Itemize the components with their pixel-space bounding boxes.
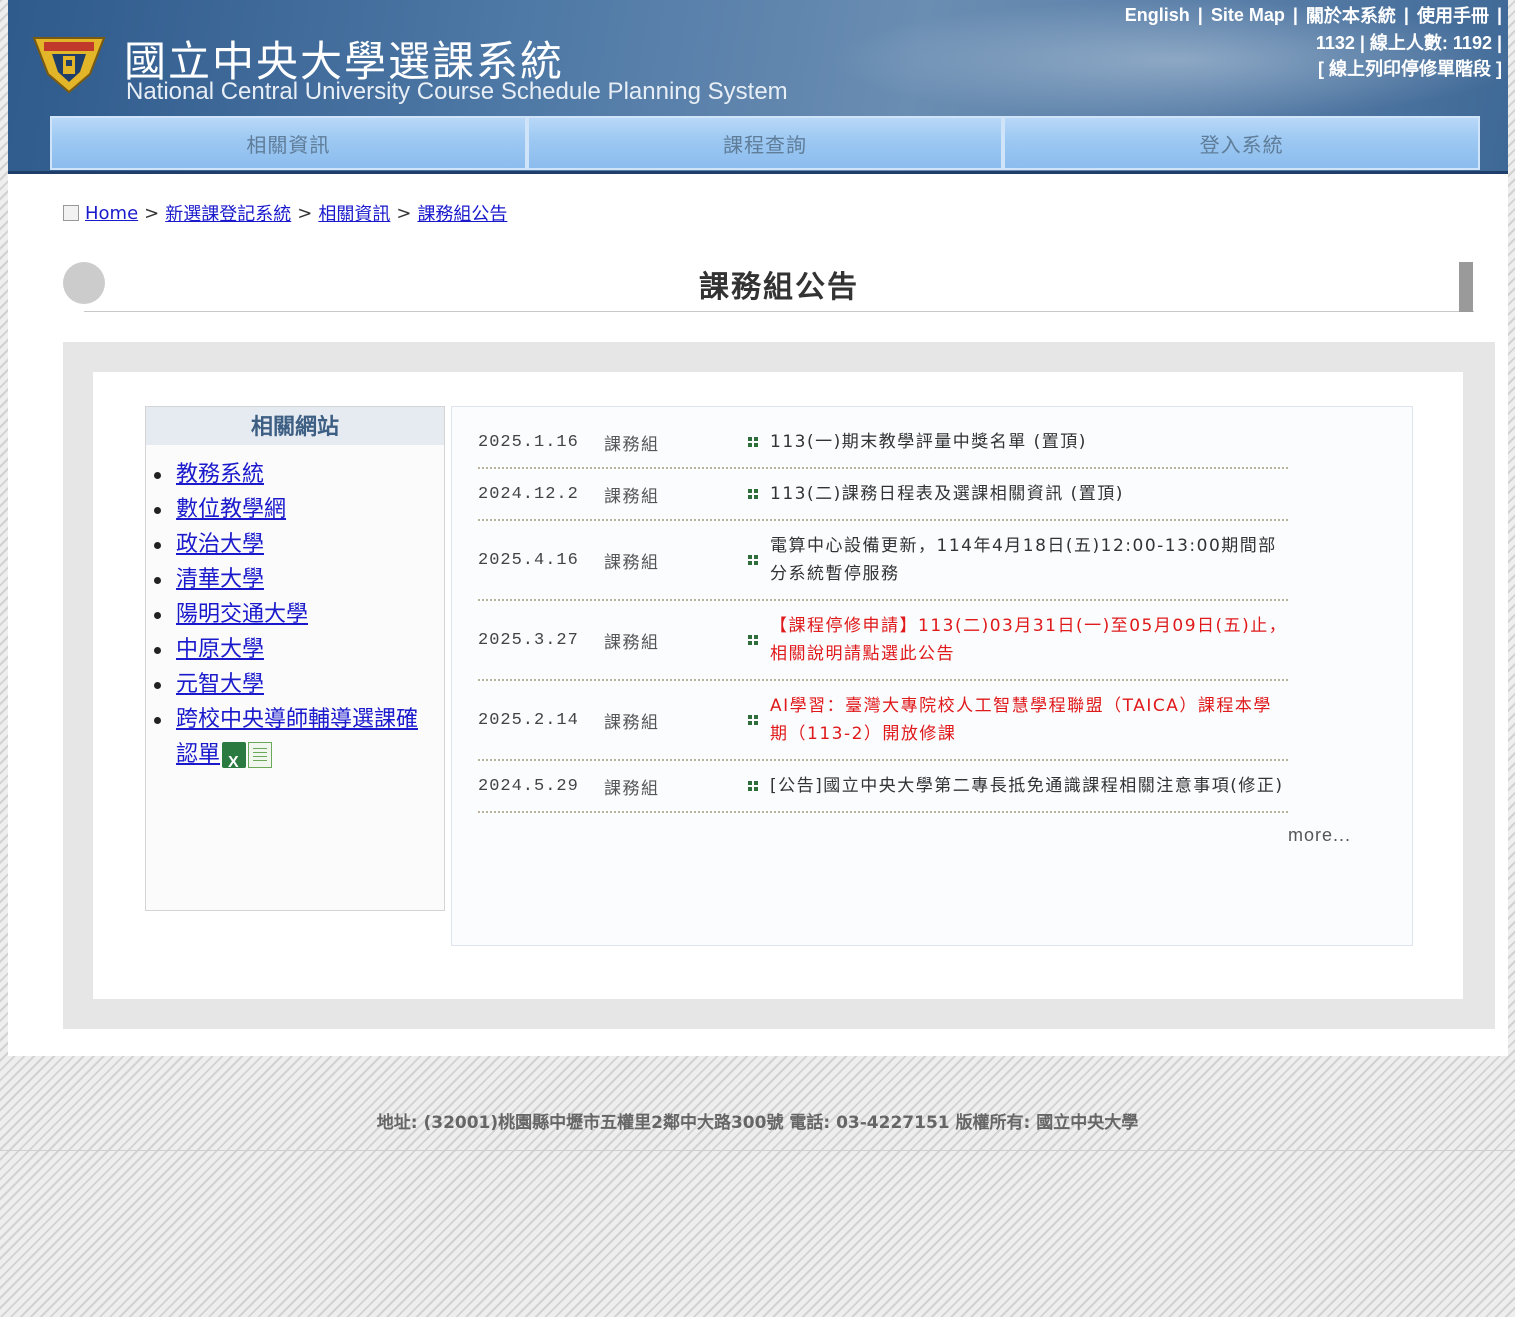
list-item: 陽明交通大學 [154, 597, 421, 632]
about-system-link[interactable]: 關於本系統 [1304, 2, 1398, 28]
table-row: 2024.12.2 課務組 113(二)課務日程表及選課相關資訊 (置頂) [478, 469, 1288, 521]
breadcrumb-related-info-link[interactable]: 相關資訊 [318, 200, 390, 226]
site-title-english: National Central University Course Sched… [126, 78, 788, 105]
related-sites-list: 教務系統 數位教學網 政治大學 清華大學 陽明交通大學 中原大學 元智大學 跨校… [146, 457, 444, 772]
system-phase: [ 線上列印停修單階段 ] [1318, 59, 1502, 79]
bullet-grid-icon [748, 635, 758, 645]
announcement-date: 2025.1.16 [478, 432, 579, 452]
list-item: 跨校中央導師輔導選課確認單 X [154, 702, 421, 772]
link-cycu[interactable]: 中原大學 [176, 637, 264, 662]
link-nthu[interactable]: 清華大學 [176, 567, 264, 592]
tab-course-search[interactable]: 課程查詢 [526, 116, 1004, 170]
main-navigation: 相關資訊 課程查詢 登入系統 [50, 116, 1481, 170]
english-link[interactable]: English [1123, 5, 1192, 26]
announcement-title-link[interactable]: 113(二)課務日程表及選課相關資訊 (置頂) [770, 480, 1288, 508]
list-item: 數位教學網 [154, 492, 421, 527]
list-item: 元智大學 [154, 667, 421, 702]
breadcrumb-announcements-link[interactable]: 課務組公告 [417, 200, 507, 226]
announcement-date: 2024.5.29 [478, 776, 579, 796]
announcement-title-link[interactable]: 電算中心設備更新，114年4月18日(五)12:00-13:00期間部分系統暫停… [770, 532, 1288, 588]
table-row: 2025.3.27 課務組 【課程停修申請】113(二)03月31日(一)至05月0… [478, 601, 1288, 681]
online-stats: 1132 | 線上人數: 1192 | [ 線上列印停修單階段 ] [1316, 30, 1502, 82]
site-map-link[interactable]: Site Map [1209, 5, 1287, 26]
announcement-title-link[interactable]: [公告]國立中央大學第二專長抵免通識課程相關注意事項(修正) [770, 772, 1288, 800]
heading-bar [1459, 262, 1473, 312]
ncu-logo-icon [32, 37, 106, 94]
footer-text: 地址: (32001)桃園縣中壢市五權里2鄰中大路300號 電話: 03-422… [376, 1113, 1139, 1133]
list-item: 中原大學 [154, 632, 421, 667]
announcement-date: 2025.2.14 [478, 710, 579, 730]
bullet-grid-icon [748, 437, 758, 447]
bullet-grid-icon [748, 715, 758, 725]
more-link[interactable]: more... [1288, 825, 1351, 846]
related-sites-sidebar: 相關網站 教務系統 數位教學網 政治大學 清華大學 陽明交通大學 中原大學 元智… [145, 406, 445, 911]
bullet-grid-icon [748, 555, 758, 565]
tab-related-info[interactable]: 相關資訊 [50, 116, 527, 170]
announcement-title-link[interactable]: AI學習：臺灣大專院校人工智慧學程聯盟（TAICA）課程本學期（113-2）開放… [770, 692, 1288, 748]
top-links-bar: English | Site Map | 關於本系統 | 使用手冊 | [1123, 2, 1502, 28]
announcement-department: 課務組 [604, 434, 660, 455]
content-frame: 相關網站 教務系統 數位教學網 政治大學 清華大學 陽明交通大學 中原大學 元智… [63, 342, 1495, 1029]
breadcrumb-home-link[interactable]: Home [85, 203, 138, 224]
link-nccu[interactable]: 政治大學 [176, 532, 264, 557]
table-row: 2025.1.16 課務組 113(一)期末教學評量中獎名單 (置頂) [478, 417, 1288, 469]
breadcrumb-home-icon [63, 205, 79, 221]
link-nycu[interactable]: 陽明交通大學 [176, 602, 308, 627]
announcement-date: 2025.3.27 [478, 630, 579, 650]
announcement-title-link[interactable]: 113(一)期末教學評量中獎名單 (置頂) [770, 428, 1288, 456]
announcement-department: 課務組 [604, 712, 660, 733]
announcement-department: 課務組 [604, 778, 660, 799]
online-count: 1132 | 線上人數: 1192 | [1315, 33, 1502, 53]
breadcrumb: Home > 新選課登記系統 > 相關資訊 > 課務組公告 [63, 200, 507, 226]
breadcrumb-registration-link[interactable]: 新選課登記系統 [165, 200, 291, 226]
spreadsheet-icon[interactable] [248, 742, 273, 768]
content-panel: 相關網站 教務系統 數位教學網 政治大學 清華大學 陽明交通大學 中原大學 元智… [93, 372, 1463, 999]
announcement-date: 2025.4.16 [478, 550, 579, 570]
user-manual-link[interactable]: 使用手冊 [1415, 2, 1491, 28]
link-yzu[interactable]: 元智大學 [176, 672, 264, 697]
page-title: 課務組公告 [84, 266, 1474, 312]
list-item: 教務系統 [154, 457, 421, 492]
bullet-grid-icon [748, 489, 758, 499]
announcement-department: 課務組 [604, 486, 660, 507]
announcement-title-link[interactable]: 【課程停修申請】113(二)03月31日(一)至05月09日(五)止，相關說明請… [770, 612, 1288, 668]
table-row: 2024.5.29 課務組 [公告]國立中央大學第二專長抵免通識課程相關注意事項(修… [478, 761, 1288, 813]
announcements-footer [141, 952, 1417, 968]
table-row: 2025.4.16 課務組 電算中心設備更新，114年4月18日(五)12:00-1… [478, 521, 1288, 601]
tab-login[interactable]: 登入系統 [1003, 116, 1481, 170]
page-container: 國立中央大學選課系統 National Central University C… [8, 0, 1508, 1056]
list-item: 政治大學 [154, 527, 421, 562]
bullet-grid-icon [748, 781, 758, 791]
sidebar-title: 相關網站 [146, 407, 444, 445]
link-digital-teaching[interactable]: 數位教學網 [176, 497, 286, 522]
list-item: 清華大學 [154, 562, 421, 597]
footer-divider [0, 1150, 1515, 1151]
announcement-department: 課務組 [604, 632, 660, 653]
announcements-list: 2025.1.16 課務組 113(一)期末教學評量中獎名單 (置頂) 2024.12… [478, 417, 1378, 813]
link-academic-system[interactable]: 教務系統 [176, 462, 264, 487]
link-advisor-confirmation[interactable]: 跨校中央導師輔導選課確認單 [176, 707, 418, 767]
announcements-panel: 2025.1.16 課務組 113(一)期末教學評量中獎名單 (置頂) 2024.12… [451, 406, 1413, 946]
announcement-date: 2024.12.2 [478, 484, 579, 504]
table-row: 2025.2.14 課務組 AI學習：臺灣大專院校人工智慧學程聯盟（TAICA）課程… [478, 681, 1288, 761]
announcement-department: 課務組 [604, 552, 660, 573]
site-header: 國立中央大學選課系統 National Central University C… [8, 0, 1508, 174]
excel-icon[interactable]: X [222, 742, 247, 771]
